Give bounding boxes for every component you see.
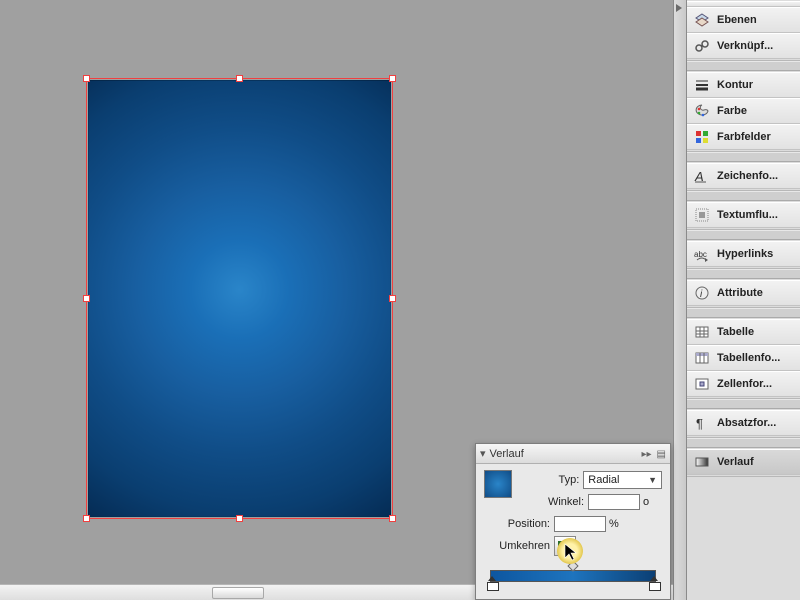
panel-item-label: Tabelle <box>717 326 796 338</box>
panel-dock: EbenenVerknüpf...KonturFarbeFarbfelderAZ… <box>686 0 800 600</box>
panel-dock-left-icon[interactable]: ▸▸ <box>641 449 651 460</box>
gradient-panel: ▾ Verlauf ▸▸ ▤ Typ: Radial ▼ Winkel: o P… <box>475 443 671 600</box>
panel-item-label: Ebenen <box>717 14 796 26</box>
links-icon <box>693 37 711 55</box>
type-label: Typ: <box>518 474 583 486</box>
gradient-panel-titlebar[interactable]: ▾ Verlauf ▸▸ ▤ <box>476 444 670 464</box>
panel-item-ebenen[interactable]: Ebenen <box>687 7 800 33</box>
cellfmt-icon <box>693 375 711 393</box>
tablefmt-icon <box>693 349 711 367</box>
position-label: Position: <box>484 518 554 530</box>
panel-item-zellenfor[interactable]: Zellenfor... <box>687 371 800 397</box>
dock-collapse-toggle[interactable] <box>673 0 687 600</box>
panel-item-hyperlinks[interactable]: abc Hyperlinks <box>687 241 800 267</box>
gradient-stop-start[interactable] <box>487 581 497 591</box>
panel-item-label: Kontur <box>717 79 796 91</box>
gradient-icon <box>693 453 711 471</box>
panel-item-verknuepf[interactable]: Verknüpf... <box>687 33 800 59</box>
layers-icon <box>693 11 711 29</box>
table-icon <box>693 323 711 341</box>
panel-item-farbfelder[interactable]: Farbfelder <box>687 124 800 150</box>
panel-item-attribute[interactable]: i Attribute <box>687 280 800 306</box>
panel-item-zeichenfo[interactable]: A Zeichenfo... <box>687 163 800 189</box>
panel-item-label: Zeichenfo... <box>717 170 796 182</box>
angle-unit: o <box>643 496 649 508</box>
gradient-preview-swatch[interactable] <box>484 470 512 498</box>
position-unit: % <box>609 518 619 530</box>
hyperlink-icon: abc <box>693 245 711 263</box>
panel-item-textumflu[interactable]: Textumflu... <box>687 202 800 228</box>
panel-item-label: Textumflu... <box>717 209 796 221</box>
panel-item-label: Tabellenfo... <box>717 352 796 364</box>
chevron-down-icon: ▼ <box>648 475 657 485</box>
gradient-panel-title: Verlauf <box>490 448 524 460</box>
panel-item-label: Farbfelder <box>717 131 796 143</box>
panel-item-absatzfor[interactable]: ¶ Absatzfor... <box>687 410 800 436</box>
angle-label: Winkel: <box>518 496 588 508</box>
panel-item-kontur[interactable]: Kontur <box>687 72 800 98</box>
artboard-selected-rectangle[interactable] <box>88 80 391 517</box>
color-icon <box>693 102 711 120</box>
angle-input[interactable] <box>588 494 640 510</box>
gradient-type-select[interactable]: Radial ▼ <box>583 471 662 489</box>
panel-item-label: Absatzfor... <box>717 417 796 429</box>
panel-item-tabelle[interactable]: Tabelle <box>687 319 800 345</box>
gradient-ramp[interactable] <box>490 570 656 582</box>
panel-item-label: Farbe <box>717 105 796 117</box>
collapse-icon[interactable]: ▾ <box>480 447 486 460</box>
reverse-gradient-button[interactable] <box>554 536 576 556</box>
reverse-label: Umkehren <box>484 540 554 552</box>
panel-item-farbe[interactable]: Farbe <box>687 98 800 124</box>
char-icon: A <box>693 167 711 185</box>
gradient-midpoint[interactable] <box>567 560 578 571</box>
info-icon: i <box>693 284 711 302</box>
scrollbar-thumb[interactable] <box>212 587 264 599</box>
panel-item-label: Verlauf <box>717 456 796 468</box>
stroke-icon <box>693 76 711 94</box>
panel-item-verlauf[interactable]: Verlauf <box>687 449 800 475</box>
panel-item-label: Hyperlinks <box>717 248 796 260</box>
wrap-icon <box>693 206 711 224</box>
panel-item-label: Verknüpf... <box>717 40 796 52</box>
panel-menu-icon[interactable]: ▤ <box>657 449 666 460</box>
gradient-type-value: Radial <box>588 474 619 486</box>
panel-item-label: Zellenfor... <box>717 378 796 390</box>
position-input[interactable] <box>554 516 606 532</box>
swatches-icon <box>693 128 711 146</box>
svg-text:¶: ¶ <box>696 416 703 431</box>
para-icon: ¶ <box>693 414 711 432</box>
gradient-stop-end[interactable] <box>649 581 659 591</box>
panel-item-tabellenfo[interactable]: Tabellenfo... <box>687 345 800 371</box>
panel-item-label: Attribute <box>717 287 796 299</box>
